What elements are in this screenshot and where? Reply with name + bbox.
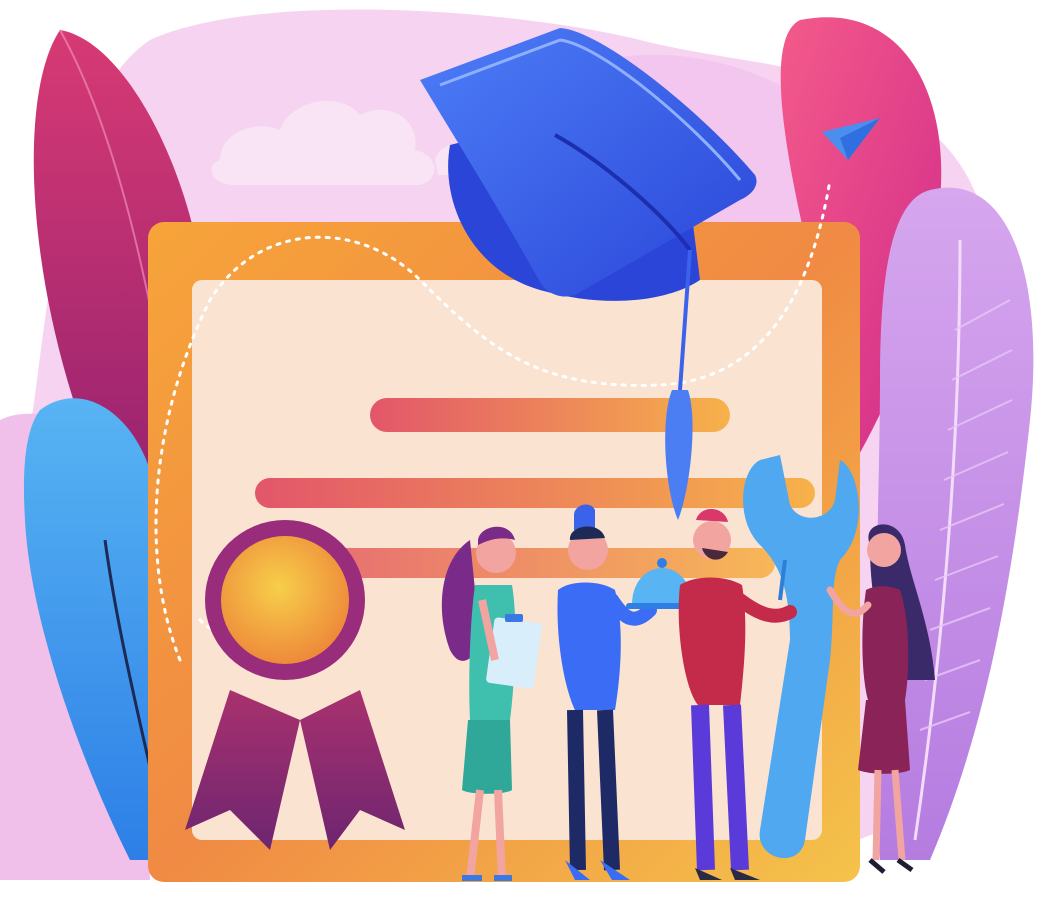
illustration-canvas xyxy=(0,0,1042,897)
certificate-illustration xyxy=(0,9,1034,882)
